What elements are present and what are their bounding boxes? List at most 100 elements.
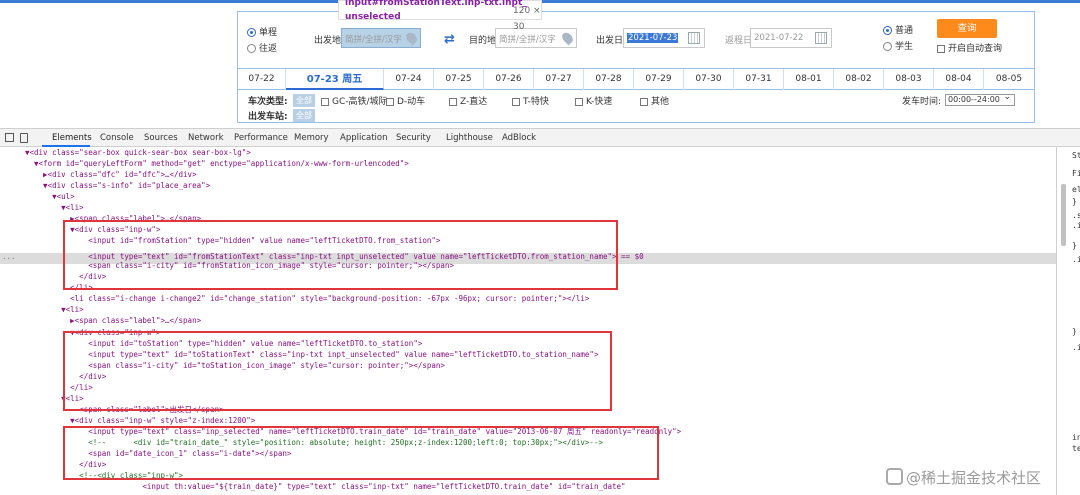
type-gc-checkbox[interactable]: GC-高铁/城际	[321, 94, 388, 107]
calendar-icon[interactable]	[815, 32, 827, 44]
side-fragment: }	[1072, 327, 1077, 336]
type-d-label: D-动车	[397, 97, 426, 107]
tooltip-selector: input#fromStationText.inp-txt.inpt_ unse…	[345, 0, 527, 24]
tab-adblock[interactable]: AdBlock	[502, 133, 536, 143]
one-way-radio[interactable]: 单程	[247, 25, 277, 38]
return-date-value: 2021-07-22	[754, 33, 804, 43]
auto-query-checkbox[interactable]: 开启自动查询	[937, 41, 1002, 54]
date-tab[interactable]: 08-03	[884, 69, 934, 90]
date-tab[interactable]: 07-31	[734, 69, 784, 90]
date-tabs: 07-22 07-23 周五 07-24 07-25 07-26 07-27 0…	[238, 68, 1034, 90]
swap-stations-icon[interactable]: ⇄	[444, 32, 455, 47]
date-tab-active[interactable]: 07-23 周五	[286, 69, 384, 90]
annotation-box-to-station	[63, 331, 612, 411]
date-tab[interactable]: 07-24	[384, 69, 434, 90]
to-label: 目的地	[469, 36, 497, 46]
to-station-placeholder: 简拼/全拼/汉字	[499, 35, 556, 45]
devtools-tabbar: Elements Console Sources Network Perform…	[0, 129, 1080, 147]
side-fragment: }	[1072, 197, 1077, 206]
auto-query-label: 开启自动查询	[948, 44, 1003, 54]
dom-node[interactable]: ▶<span class="label">…</span>	[25, 315, 201, 326]
depart-time-select[interactable]: 00:00--24:00	[945, 92, 1015, 106]
devtools-panel: Elements Console Sources Network Perform…	[0, 128, 1080, 495]
dom-node[interactable]: ▼<form id="queryLeftForm" method="get" e…	[25, 158, 409, 169]
checkbox-icon	[449, 97, 457, 106]
date-tab[interactable]: 07-29	[634, 69, 684, 90]
tab-elements[interactable]: Elements	[52, 133, 92, 143]
tab-performance[interactable]: Performance	[234, 133, 288, 143]
return-date-input[interactable]: 2021-07-22	[750, 28, 832, 48]
depart-station-label: 出发车站:	[248, 112, 288, 122]
depart-time-label: 发车时间:	[902, 97, 942, 107]
dom-node[interactable]: ▼<div class="s-info" id="place_area">	[25, 180, 210, 191]
checkbox-icon	[640, 97, 648, 106]
annotation-box-from-station	[63, 220, 618, 290]
passenger-student-radio[interactable]: 学生	[883, 39, 913, 52]
all-types-tag[interactable]: 全部	[293, 94, 315, 107]
from-label: 出发地	[314, 36, 342, 46]
type-k-checkbox[interactable]: K-快速	[575, 94, 612, 107]
device-toolbar-icon[interactable]	[20, 133, 28, 143]
elements-scrollbar[interactable]	[1061, 184, 1066, 246]
depart-date-input[interactable]: 2021-07-23	[623, 28, 705, 48]
date-tab[interactable]: 08-04	[934, 69, 984, 90]
type-gc-label: GC-高铁/城际	[332, 97, 388, 107]
date-tab[interactable]: 07-28	[584, 69, 634, 90]
side-fragment: Fil	[1072, 169, 1080, 178]
tab-memory[interactable]: Memory	[294, 133, 329, 143]
annotation-box-train-date	[63, 426, 659, 480]
checkbox-icon	[575, 97, 583, 106]
radio-icon	[247, 44, 256, 53]
tab-console[interactable]: Console	[100, 133, 134, 143]
type-t-label: T-特快	[523, 97, 549, 107]
dom-node[interactable]: <input th:value="${train_date}" type="te…	[25, 481, 625, 492]
passenger-normal-label: 普通	[895, 26, 914, 36]
return-date-label: 返程日	[725, 36, 753, 46]
tab-security[interactable]: Security	[396, 133, 431, 143]
date-tab[interactable]: 07-30	[684, 69, 734, 90]
side-fragment: .i	[1072, 343, 1080, 352]
type-other-checkbox[interactable]: 其他	[640, 94, 669, 107]
tab-sources[interactable]: Sources	[144, 133, 178, 143]
location-pin-icon[interactable]	[404, 30, 419, 46]
tab-application[interactable]: Application	[340, 133, 388, 143]
date-tab[interactable]: 08-02	[834, 69, 884, 90]
type-t-checkbox[interactable]: T-特快	[512, 94, 549, 107]
date-tab[interactable]: 07-27	[534, 69, 584, 90]
dom-node[interactable]: <li class="i-change i-change2" id="chang…	[25, 293, 589, 304]
date-tab[interactable]: 07-26	[484, 69, 534, 90]
date-tab[interactable]: 07-25	[434, 69, 484, 90]
type-d-checkbox[interactable]: D-动车	[386, 94, 425, 107]
elements-tree: ··· ▼<div class="sear-box quick-sear-box…	[0, 147, 1056, 495]
passenger-normal-radio[interactable]: 普通	[883, 23, 913, 36]
side-fragment: St	[1072, 151, 1080, 160]
dom-node[interactable]: ▼<div class="sear-box quick-sear-box sea…	[25, 147, 251, 158]
location-pin-icon[interactable]	[560, 30, 575, 46]
from-station-input[interactable]: 简拼/全拼/汉字	[341, 28, 421, 48]
type-z-label: Z-直达	[460, 97, 488, 107]
dom-node[interactable]: ▼<li>	[25, 202, 84, 213]
from-station-placeholder: 简拼/全拼/汉字	[345, 35, 402, 45]
all-stations-tag[interactable]: 全部	[293, 109, 315, 122]
query-button[interactable]: 查询	[937, 19, 997, 38]
type-z-checkbox[interactable]: Z-直达	[449, 94, 487, 107]
tooltip-selector-line1: input#fromStationText.inp-txt.inpt_	[345, 0, 527, 8]
round-trip-radio[interactable]: 往返	[247, 41, 277, 54]
dom-node[interactable]: ▶<div class="dfc" id="dfc">…</div>	[25, 169, 197, 180]
date-tab[interactable]: 08-01	[784, 69, 834, 90]
calendar-icon[interactable]	[688, 32, 700, 44]
tab-network[interactable]: Network	[188, 133, 224, 143]
tab-lighthouse[interactable]: Lighthouse	[446, 133, 493, 143]
side-fragment: .s	[1072, 211, 1080, 220]
inspect-element-icon[interactable]	[5, 133, 14, 142]
dom-node[interactable]: ▼<ul>	[25, 191, 75, 202]
dom-node[interactable]: ▼<li>	[25, 304, 84, 315]
side-fragment: .i	[1072, 255, 1080, 264]
dom-node[interactable]: ▼<div class="inp-w" style="z-index:1200"…	[25, 415, 255, 426]
date-tab[interactable]: 07-22	[238, 69, 286, 90]
side-fragment: .i	[1072, 221, 1080, 230]
type-other-label: 其他	[651, 97, 670, 107]
checkbox-icon	[321, 97, 329, 106]
row-dots-icon: ···	[2, 254, 16, 263]
date-tab[interactable]: 08-05	[984, 69, 1034, 90]
